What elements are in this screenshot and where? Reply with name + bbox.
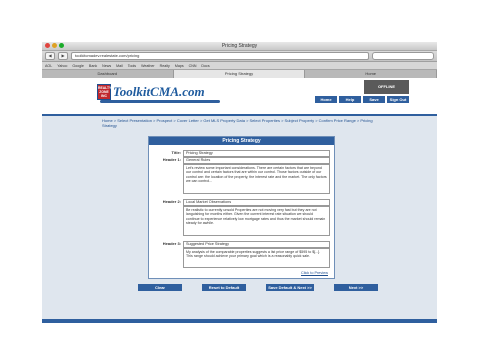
preview-link[interactable]: Click to Preview — [301, 271, 328, 275]
body3-textarea[interactable]: My analysis of the comparable properties… — [183, 248, 330, 268]
body3-row: My analysis of the comparable properties… — [153, 248, 330, 268]
tab-dashboard[interactable]: Dashboard — [42, 70, 174, 78]
body1-row: Let's review some important consideratio… — [153, 164, 330, 194]
next-button[interactable]: Next >> — [334, 284, 378, 291]
bookmark-item[interactable]: Realty — [160, 64, 170, 68]
breadcrumb[interactable]: Home > Select Presentation > Prospect > … — [102, 118, 377, 128]
header3-label: Header 3: — [162, 241, 181, 246]
bookmarks-bar: AOL Yahoo Google Bank News Mail Tools We… — [42, 62, 437, 70]
header2-label: Header 2: — [162, 199, 181, 204]
body2-textarea[interactable]: Be realistic to currently unsold Propert… — [183, 206, 330, 236]
forward-icon[interactable]: ▶ — [58, 52, 68, 60]
tab-pricing-strategy[interactable]: Pricing Strategy — [173, 70, 306, 78]
live-support-badge[interactable]: OFFLINE — [364, 80, 409, 94]
save-default-next-button[interactable]: Save Default & Next >> — [266, 284, 314, 291]
bookmark-item[interactable]: News — [102, 64, 111, 68]
company-badge: REALTY ZONE INC — [97, 84, 112, 100]
header3-row: Header 3: Suggested Price Strategy — [153, 241, 330, 248]
panel-title: Pricing Strategy — [149, 137, 334, 145]
bookmark-item[interactable]: Bank — [89, 64, 97, 68]
nav-save-button[interactable]: Save — [363, 96, 385, 103]
bookmark-item[interactable]: Mail — [116, 64, 123, 68]
browser-window: Pricing Strategy ◀ ▶ toolkitcmadev.reale… — [42, 42, 437, 323]
body1-textarea[interactable]: Let's review some important consideratio… — [183, 164, 330, 194]
site-logo[interactable]: ToolkitCMA.com — [113, 84, 205, 100]
bookmark-item[interactable]: AOL — [45, 64, 52, 68]
pricing-strategy-panel: Pricing Strategy Title: Pricing Strategy… — [148, 136, 335, 279]
header1-input[interactable]: General Rules — [183, 157, 330, 164]
bookmark-item[interactable]: Weather — [141, 64, 155, 68]
nav-help-button[interactable]: Help — [339, 96, 361, 103]
body2-row: Be realistic to currently unsold Propert… — [153, 206, 330, 236]
web-page: REALTY ZONE INC ToolkitCMA.com OFFLINE H… — [42, 78, 437, 323]
site-nav: Home Help Save Sign Out — [315, 96, 409, 103]
screen: Pricing Strategy ◀ ▶ toolkitcmadev.reale… — [0, 0, 480, 360]
clear-button[interactable]: Clear — [138, 284, 182, 291]
bookmark-item[interactable]: Docs — [201, 64, 209, 68]
address-bar[interactable]: toolkitcmadev.realestate.com/pricing — [71, 52, 369, 60]
bookmark-item[interactable]: CNN — [189, 64, 197, 68]
back-icon[interactable]: ◀ — [45, 52, 55, 60]
title-input[interactable]: Pricing Strategy — [183, 150, 330, 157]
header3-input[interactable]: Suggested Price Strategy — [183, 241, 330, 248]
title-row: Title: Pricing Strategy — [153, 150, 330, 157]
bookmark-item[interactable]: Maps — [175, 64, 184, 68]
bookmark-item[interactable]: Yahoo — [57, 64, 67, 68]
window-titlebar: Pricing Strategy — [42, 42, 437, 51]
header1-label: Header 1: — [162, 157, 181, 162]
header2-row: Header 2: Local Market Observations — [153, 199, 330, 206]
nav-sign-out-button[interactable]: Sign Out — [387, 96, 409, 103]
nav-home-button[interactable]: Home — [315, 96, 337, 103]
window-title: Pricing Strategy — [221, 43, 258, 49]
header1-row: Header 1: General Rules — [153, 157, 330, 164]
bookmark-item[interactable]: Tools — [128, 64, 136, 68]
search-input[interactable] — [372, 52, 434, 60]
title-label: Title: — [171, 150, 181, 155]
reset-default-button[interactable]: Reset to Default — [202, 284, 246, 291]
action-bar: Clear Reset to Default Save Default & Ne… — [138, 284, 378, 291]
tab-home[interactable]: Home — [305, 70, 437, 78]
bookmark-item[interactable]: Google — [72, 64, 84, 68]
browser-toolbar: ◀ ▶ toolkitcmadev.realestate.com/pricing — [42, 51, 437, 62]
site-header: REALTY ZONE INC ToolkitCMA.com OFFLINE H… — [42, 78, 437, 116]
letterbox-bottom — [0, 323, 480, 360]
letterbox-top — [0, 0, 480, 42]
header2-input[interactable]: Local Market Observations — [183, 199, 330, 206]
logo-swoosh — [100, 100, 220, 103]
